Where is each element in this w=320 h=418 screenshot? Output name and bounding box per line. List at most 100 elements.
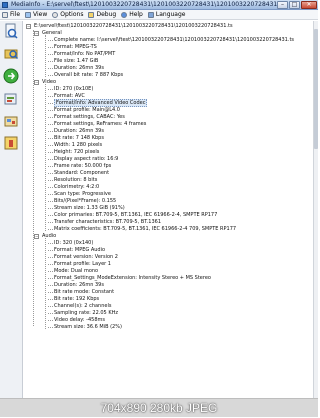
tree-connector: [48, 271, 53, 272]
tree-field[interactable]: Format profile: Layer 1: [48, 261, 111, 268]
tree-field[interactable]: Complete name: I:\servel\ftest\120100322…: [48, 37, 294, 44]
tree-field-text: Format: MPEG-TS: [54, 44, 97, 50]
tree-field[interactable]: Duration: 26mn 39s: [48, 65, 104, 72]
file-icon: [2, 11, 8, 18]
menu-debug[interactable]: Debug: [86, 10, 119, 20]
tree-field-text: Color primaries: BT.709-5, BT.1361, IEC …: [54, 212, 218, 218]
tree-field[interactable]: Overall bit rate: 7 887 Kbps: [48, 72, 123, 79]
tree-field-text: Format profile: Main@L4.0: [54, 107, 120, 113]
tree-field-text: Format/Info: No PAT/PMT: [54, 51, 116, 57]
menu-view[interactable]: View: [23, 10, 50, 20]
tree-field[interactable]: Width: 1 280 pixels: [48, 142, 103, 149]
tree-field[interactable]: Matrix coefficients: BT.709-5, BT.1361, …: [48, 226, 237, 233]
open-folder-icon: [4, 49, 18, 59]
tree-field[interactable]: Format version: Version 2: [48, 254, 118, 261]
tree-field-text: Stream size: 36.6 MiB (2%): [54, 324, 122, 330]
menu-file[interactable]: File: [0, 10, 23, 20]
tree-field-text: Matrix coefficients: BT.709-5, BT.1361, …: [54, 226, 237, 232]
tree-connector: [48, 180, 53, 181]
options-icon: [52, 11, 59, 18]
tree-field[interactable]: Format: MPEG-TS: [48, 44, 97, 51]
next-icon: [3, 68, 19, 84]
tree-field[interactable]: Mode: Dual mono: [48, 268, 98, 275]
tree-field-text: Width: 1 280 pixels: [54, 142, 103, 148]
tree-root[interactable]: − E:\servel\ftest\1201003220728431\120100…: [26, 23, 233, 30]
tree-field[interactable]: File size: 1.47 GiB: [48, 58, 98, 65]
tree-field-text: Display aspect ratio: 16:9: [54, 156, 119, 162]
tree-field[interactable]: ID: 320 (0x140): [48, 240, 93, 247]
tree-field[interactable]: Stream size: 36.6 MiB (2%): [48, 324, 122, 331]
menu-options-label: Options: [60, 11, 84, 18]
about-button[interactable]: [3, 135, 19, 151]
menu-language[interactable]: Language: [146, 10, 189, 20]
tree-connector: [48, 215, 53, 216]
open-file-button[interactable]: [3, 23, 19, 39]
tree-field-text: Bits/(Pixel*Frame): 0.155: [54, 198, 117, 204]
settings-button[interactable]: [3, 113, 19, 129]
collapse-toggle-icon[interactable]: −: [26, 24, 31, 29]
tree-field[interactable]: Colorimetry: 4:2:0: [48, 184, 99, 191]
maximize-button[interactable]: □: [289, 1, 300, 9]
tree-field[interactable]: Format: MPEG Audio: [48, 247, 105, 254]
next-button[interactable]: [3, 68, 19, 84]
tree-field-text: Standard: Component: [54, 170, 110, 176]
tree-field[interactable]: Bit rate mode: Constant: [48, 289, 114, 296]
collapse-toggle-icon[interactable]: −: [34, 31, 39, 36]
tree-connector: [48, 131, 53, 132]
tree-guide-line: [45, 84, 46, 231]
tree-field[interactable]: Video delay: -458ms: [48, 317, 105, 324]
menu-debug-label: Debug: [96, 11, 117, 18]
menu-options[interactable]: Options: [50, 10, 86, 20]
tree-connector: [48, 68, 53, 69]
tree-field[interactable]: Scan type: Progressive: [48, 191, 111, 198]
tree-field[interactable]: Format profile: Main@L4.0: [48, 107, 120, 114]
side-toolbar: [0, 21, 23, 398]
tree-field[interactable]: Display aspect ratio: 16:9: [48, 156, 119, 163]
tree-field[interactable]: Channel(s): 2 channels: [48, 303, 111, 310]
help-icon: [121, 11, 128, 18]
tree-field[interactable]: ID: 270 (0x10E): [48, 86, 93, 93]
debug-icon: [88, 11, 95, 18]
tree-field[interactable]: Height: 720 pixels: [48, 149, 99, 156]
tree-field[interactable]: Bit rate: 192 Kbps: [48, 296, 99, 303]
tree-field[interactable]: Stream size: 1.33 GiB (91%): [48, 205, 125, 212]
tree-connector: [48, 257, 53, 258]
tree-field[interactable]: Bits/(Pixel*Frame): 0.155: [48, 198, 117, 205]
menu-bar: File View Options Debug Help Language: [0, 10, 318, 20]
collapse-toggle-icon[interactable]: −: [34, 80, 39, 85]
tree-field[interactable]: Duration: 26mn 39s: [48, 128, 104, 135]
tree-connector: [48, 159, 53, 160]
tree-connector: [48, 166, 53, 167]
tree-field[interactable]: Format_Settings_ModeExtension: Intensity…: [48, 275, 211, 282]
tree-field[interactable]: Format/Info: No PAT/PMT: [48, 51, 116, 58]
tree-connector: [48, 327, 53, 328]
tree-field[interactable]: Bit rate: 7 148 Kbps: [48, 135, 104, 142]
vertical-scrollbar[interactable]: [313, 21, 318, 398]
close-button[interactable]: ✕: [301, 1, 317, 9]
language-icon: [147, 11, 154, 18]
tree-connector: [48, 299, 53, 300]
mediainfo-window: MediaInfo - E:\servel\ftest\120100322072…: [0, 0, 318, 417]
tree-field[interactable]: Frame rate: 50.000 fps: [48, 163, 111, 170]
info-tree[interactable]: − E:\servel\ftest\1201003220728431\120100…: [24, 21, 314, 398]
tree-field[interactable]: Sampling rate: 22.05 KHz: [48, 310, 118, 317]
tree-field[interactable]: Resolution: 8 bits: [48, 177, 97, 184]
collapse-toggle-icon[interactable]: −: [34, 234, 39, 239]
open-folder-button[interactable]: [3, 45, 19, 61]
tree-connector: [48, 264, 53, 265]
tree-connector: [48, 278, 53, 279]
tree-field[interactable]: Duration: 26mn 39s: [48, 282, 104, 289]
tree-field[interactable]: Standard: Component: [48, 170, 110, 177]
menu-help[interactable]: Help: [119, 10, 146, 20]
tree-connector: [48, 54, 53, 55]
tree-field[interactable]: Color primaries: BT.709-5, BT.1361, IEC …: [48, 212, 218, 219]
export-button[interactable]: [3, 91, 19, 107]
tree-field[interactable]: Transfer characteristics: BT.709-5, BT.1…: [48, 219, 161, 226]
minimize-button[interactable]: –: [277, 1, 288, 9]
tree-field[interactable]: Format/Info: Advanced Video Codec: [48, 99, 148, 107]
menu-view-label: View: [33, 11, 48, 18]
tree-connector: [48, 306, 53, 307]
tree-field[interactable]: Format settings, ReFrames: 4 frames: [48, 121, 146, 128]
scrollbar-thumb[interactable]: [314, 29, 318, 149]
tree-field[interactable]: Format settings, CABAC: Yes: [48, 114, 125, 121]
